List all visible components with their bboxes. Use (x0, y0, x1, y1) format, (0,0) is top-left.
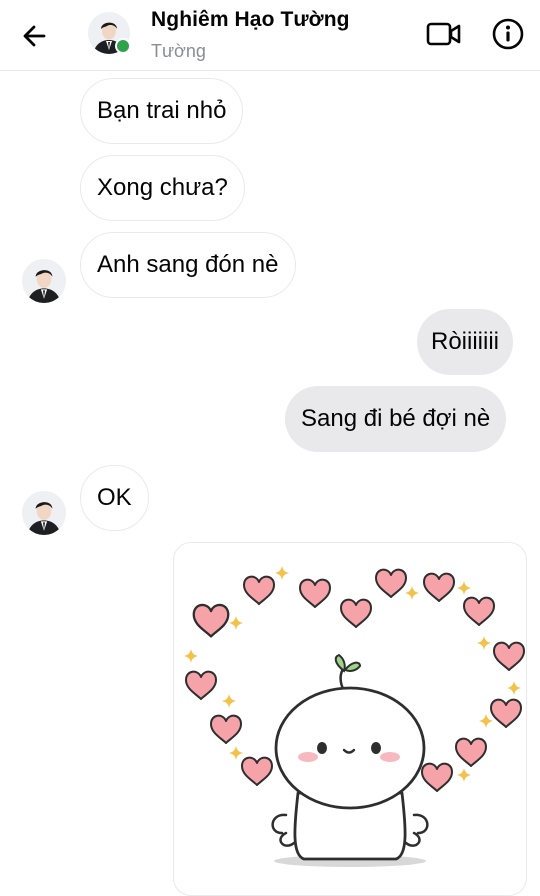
info-icon[interactable] (490, 16, 526, 52)
contact-subtitle: Tường (151, 41, 206, 61)
online-status-icon (115, 38, 131, 54)
chat-header: Nghiêm Hạo Tường Tường (0, 0, 540, 71)
video-camera-icon[interactable] (424, 16, 464, 52)
sender-avatar[interactable] (22, 259, 66, 303)
back-arrow-icon[interactable] (18, 19, 52, 53)
contact-name[interactable]: Nghiêm Hạo Tường (151, 8, 350, 32)
sender-avatar[interactable] (22, 491, 66, 535)
message-bubble-incoming[interactable]: Xong chưa? (80, 155, 245, 221)
hearts-character-sticker[interactable] (173, 542, 527, 896)
message-bubble-outgoing[interactable]: Sang đi bé đợi nè (285, 386, 507, 452)
message-bubble-incoming[interactable]: Anh sang đón nè (80, 232, 296, 298)
message-bubble-outgoing[interactable]: Ròiiiiiii (417, 309, 514, 375)
message-bubble-incoming[interactable]: OK (80, 465, 149, 531)
message-bubble-incoming[interactable]: Bạn trai nhỏ (80, 78, 244, 144)
